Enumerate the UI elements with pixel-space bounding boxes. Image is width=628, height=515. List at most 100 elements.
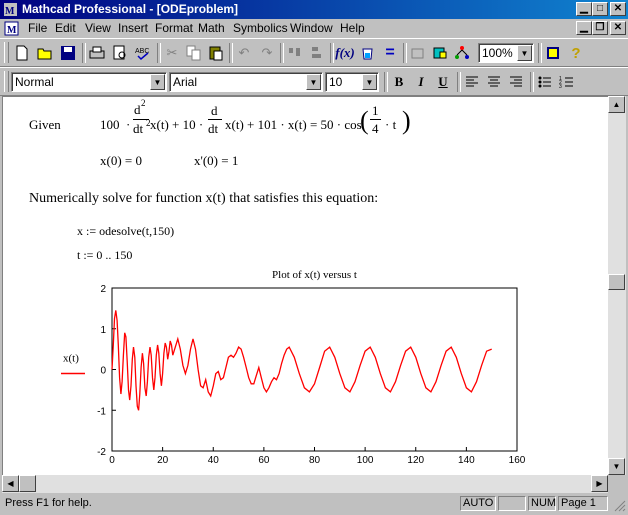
status-page: Page 1 xyxy=(558,496,608,511)
font-size-select[interactable]: 10 ▼ xyxy=(325,72,379,92)
insert-component-button[interactable] xyxy=(429,42,451,64)
chevron-down-icon[interactable]: ▼ xyxy=(362,74,377,90)
cut-button[interactable]: ✂ xyxy=(161,42,183,64)
paren-right: ) xyxy=(402,106,411,135)
fraction-bar xyxy=(208,119,222,120)
function-icon: f(x) xyxy=(335,45,355,60)
toolbar-grip[interactable] xyxy=(4,71,9,92)
doc-minimize-button[interactable]: ▁ xyxy=(576,21,592,35)
menu-window[interactable]: Window xyxy=(290,21,333,35)
minimize-button[interactable]: ▁ xyxy=(576,2,592,16)
chevron-down-icon[interactable]: ▼ xyxy=(306,74,321,90)
align-across-button[interactable] xyxy=(284,42,306,64)
horizontal-scroll-thumb[interactable] xyxy=(19,475,36,492)
bold-icon: B xyxy=(394,74,404,89)
menu-edit[interactable]: Edit xyxy=(55,21,76,35)
y-tick-label: 2 xyxy=(100,284,106,295)
save-button[interactable] xyxy=(57,42,79,64)
new-file-button[interactable] xyxy=(11,42,33,64)
italic-button[interactable]: I xyxy=(410,71,432,93)
document-icon[interactable]: M xyxy=(3,20,21,37)
align-right-button[interactable] xyxy=(505,71,527,93)
spell-check-button[interactable]: ABC xyxy=(132,42,154,64)
maximize-icon: □ xyxy=(596,3,604,14)
scroll-down-button[interactable]: ▼ xyxy=(608,458,625,475)
print-button[interactable] xyxy=(86,42,108,64)
x-tick-label: 160 xyxy=(509,455,526,466)
insert-hyperlink-button[interactable] xyxy=(407,42,429,64)
help-button[interactable]: ? xyxy=(565,42,587,64)
resize-grip-icon[interactable] xyxy=(612,498,626,512)
align-center-button[interactable] xyxy=(483,71,505,93)
equals-icon: = xyxy=(385,44,395,61)
component-icon xyxy=(433,47,447,59)
eq-d-numerator: d xyxy=(134,102,141,117)
align-center-icon xyxy=(488,76,500,87)
zoom-select[interactable]: 100% ▼ xyxy=(478,43,534,63)
font-size-value: 10 xyxy=(329,75,343,89)
run-script-button[interactable] xyxy=(451,42,473,64)
vertical-scrollbar[interactable]: ▲ ▼ xyxy=(608,96,626,475)
scroll-left-button[interactable]: ◀ xyxy=(2,475,19,492)
redo-button[interactable]: ↷ xyxy=(256,42,278,64)
italic-icon: I xyxy=(418,74,424,89)
scroll-right-button[interactable]: ▶ xyxy=(591,475,608,492)
doc-close-button[interactable]: ✕ xyxy=(610,21,626,35)
arrow-up-icon: ▲ xyxy=(612,100,621,109)
menu-math[interactable]: Math xyxy=(198,21,225,35)
close-button[interactable]: ✕ xyxy=(610,2,626,16)
chevron-down-icon[interactable]: ▼ xyxy=(150,74,165,90)
menu-insert[interactable]: Insert xyxy=(118,21,148,35)
svg-text:M: M xyxy=(7,25,17,36)
insert-unit-button[interactable] xyxy=(357,42,379,64)
undo-button[interactable]: ↶ xyxy=(233,42,255,64)
align-down-button[interactable] xyxy=(306,42,328,64)
insert-function-button[interactable]: f(x) xyxy=(334,42,356,64)
calculate-button[interactable]: = xyxy=(379,42,401,64)
horizontal-scrollbar[interactable]: ◀ ▶ xyxy=(2,475,608,493)
mathcad-app-icon[interactable]: M xyxy=(3,2,18,17)
print-preview-button[interactable] xyxy=(109,42,131,64)
initial-condition-x[interactable]: x(0) = 0 xyxy=(100,153,142,169)
initial-condition-dx[interactable]: x'(0) = 1 xyxy=(194,153,238,169)
menu-bar: M File Edit View Insert Format Math Symb… xyxy=(0,19,628,38)
menu-help[interactable]: Help xyxy=(340,21,365,35)
x-tick-label: 100 xyxy=(357,455,374,466)
paste-button[interactable] xyxy=(205,42,227,64)
redo-icon: ↷ xyxy=(261,45,273,60)
question-mark-icon: ? xyxy=(571,44,581,62)
xy-plot[interactable]: Plot of x(t) versus t0 20 40 60 80 100 120 140 1… xyxy=(43,267,543,476)
status-calc-mode: AUTO xyxy=(460,496,496,511)
copy-button[interactable] xyxy=(183,42,205,64)
menu-view[interactable]: View xyxy=(85,21,111,35)
status-num-lock: NUM xyxy=(528,496,556,511)
range-definition[interactable]: t := 0 .. 150 xyxy=(77,248,132,263)
underline-button[interactable]: U xyxy=(432,71,454,93)
toolbar-grip[interactable] xyxy=(4,42,9,63)
y-tick-label: -1 xyxy=(97,406,106,417)
worksheet[interactable]: Given 100 · d 2 dt 2 x(t) + 10 · d dt x(… xyxy=(2,96,609,476)
align-left-button[interactable] xyxy=(461,71,483,93)
menu-symbolics[interactable]: Symbolics xyxy=(233,21,288,35)
formatting-toolbar: Normal ▼ Arial ▼ 10 ▼ B I U 123 xyxy=(0,67,628,96)
vertical-scroll-thumb[interactable] xyxy=(608,274,625,290)
eq-fraction-den: 4 xyxy=(372,121,379,136)
odesolve-definition[interactable]: x := odesolve(t,150) xyxy=(77,224,174,239)
menu-format[interactable]: Format xyxy=(155,21,193,35)
chevron-down-icon[interactable]: ▼ xyxy=(517,45,532,61)
maximize-button[interactable]: □ xyxy=(592,2,608,16)
instruction-text[interactable]: Numerically solve for function x(t) that… xyxy=(29,191,378,207)
bold-button[interactable]: B xyxy=(388,71,410,93)
window-title: Mathcad Professional - [ODEproblem] xyxy=(22,2,239,16)
scroll-up-button[interactable]: ▲ xyxy=(608,96,625,113)
resources-button[interactable] xyxy=(542,42,564,64)
numbering-button[interactable]: 123 xyxy=(556,71,578,93)
y-tick-label: 1 xyxy=(100,325,106,336)
style-select[interactable]: Normal ▼ xyxy=(11,72,167,92)
svg-text:M: M xyxy=(5,6,15,17)
doc-restore-button[interactable]: ❐ xyxy=(592,21,608,35)
menu-file[interactable]: File xyxy=(28,21,47,35)
bullets-button[interactable] xyxy=(534,71,556,93)
font-select[interactable]: Arial ▼ xyxy=(169,72,323,92)
open-file-button[interactable] xyxy=(34,42,56,64)
